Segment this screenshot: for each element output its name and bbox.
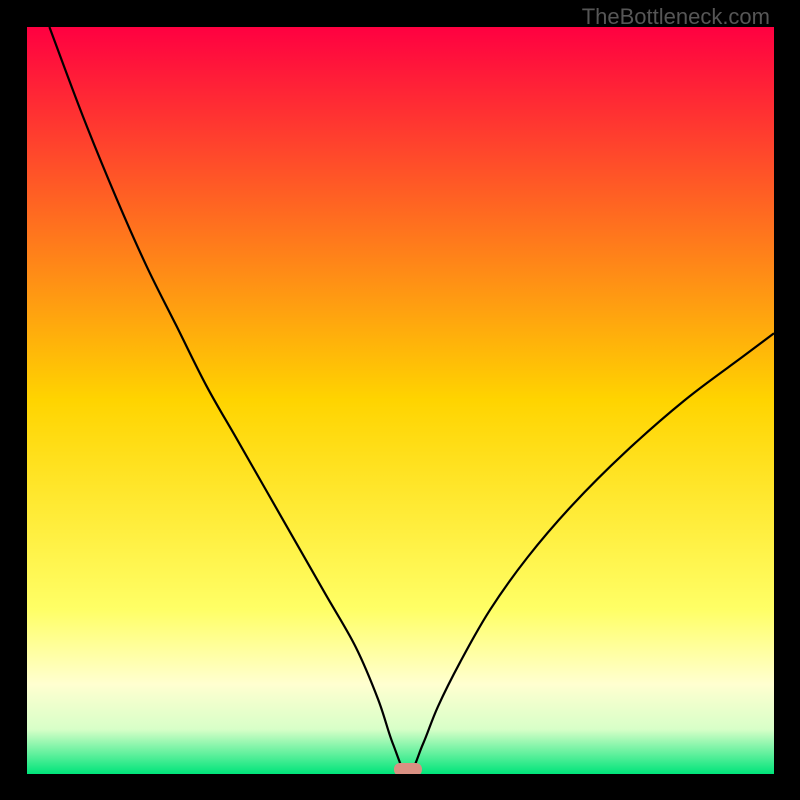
gradient-background <box>27 27 774 774</box>
chart-svg <box>27 27 774 774</box>
plot-area <box>27 27 774 774</box>
chart-frame: TheBottleneck.com <box>0 0 800 800</box>
minimum-marker <box>394 763 422 774</box>
watermark-text: TheBottleneck.com <box>582 4 770 30</box>
